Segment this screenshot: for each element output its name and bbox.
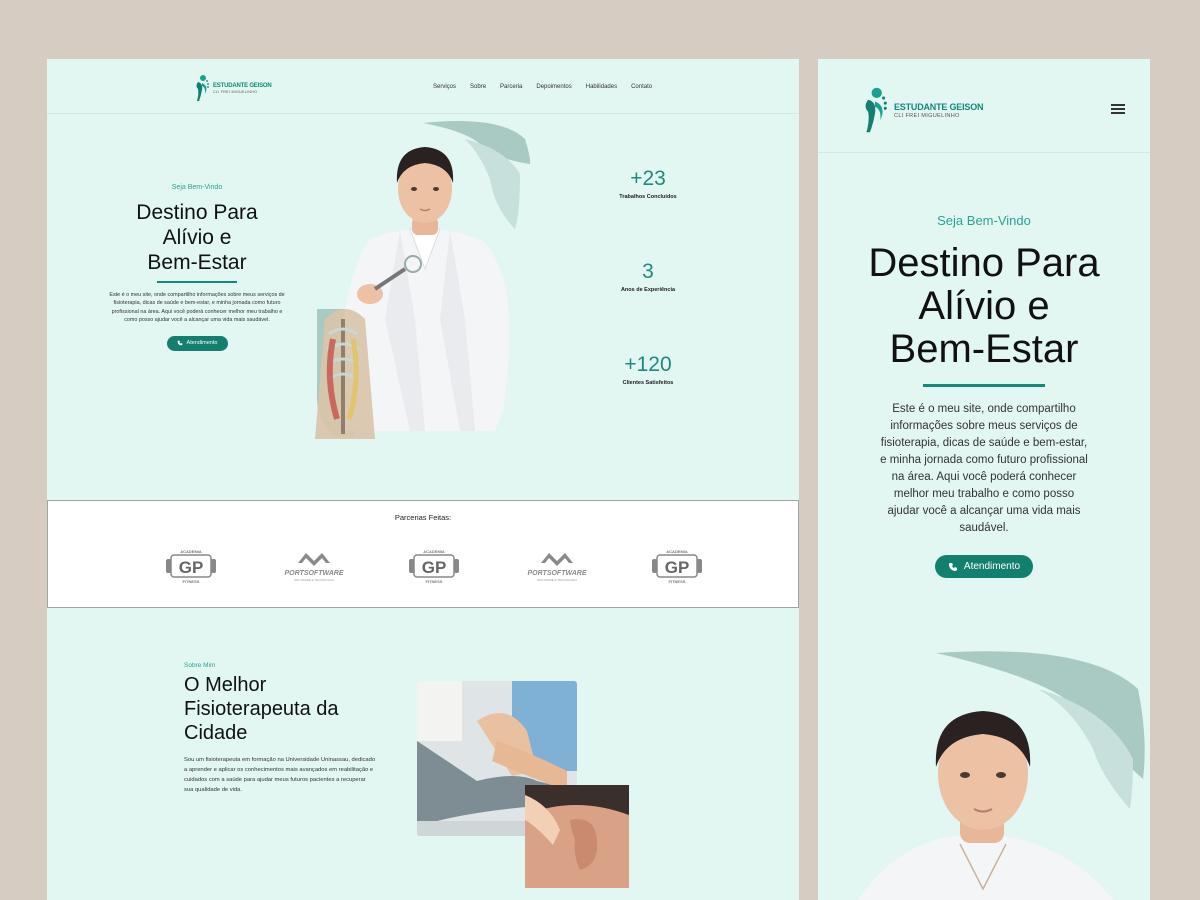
hero-title-line: Bem-Estar	[889, 327, 1079, 371]
partner-name: GP	[179, 558, 204, 577]
hero-title: Destino Para Alívio e Bem-Estar	[818, 242, 1150, 371]
partner-top: ACADEMIA	[423, 549, 445, 554]
partner-name: GP	[665, 558, 690, 577]
partners-strip: Parcerias Feitas: ACADEMIA GP FITNESS PO…	[47, 500, 799, 608]
hero-portrait-image	[315, 121, 531, 439]
hero-portrait-image	[858, 651, 1145, 900]
mobile-mockup: ESTUDANTE GEISON CLI FREI MIGUELINHO Sej…	[818, 59, 1150, 900]
stat-value: +120	[624, 353, 672, 376]
stat-label: Trabalhos Concluídos	[619, 194, 677, 200]
hero-intro: Seja Bem-Vindo Destino Para Alívio e Bem…	[102, 184, 292, 351]
nav-item-sobre[interactable]: Sobre	[470, 84, 486, 90]
brand-mark-icon	[196, 75, 209, 101]
partners-title: Parcerias Feitas:	[394, 513, 452, 522]
partner-logo-gp[interactable]: ACADEMIA GP FITNESS	[407, 545, 461, 585]
stat-item: 3 Anos de Experiência	[597, 260, 699, 353]
partner-caption: SOFTWARE E TECNOLOGIA	[294, 578, 334, 582]
nav-item-parceria[interactable]: Parceria	[500, 84, 522, 90]
stat-label: Anos de Experiência	[620, 287, 676, 293]
atendimento-label: Atendimento	[963, 561, 1021, 572]
brand-logo[interactable]: ESTUDANTE GEISON CLI FREI MIGUELINHO	[859, 86, 984, 134]
hero-description: Este é o meu site, onde compartilho info…	[109, 292, 285, 324]
atendimento-button[interactable]: Atendimento	[166, 335, 228, 351]
hamburger-menu-icon[interactable]	[1111, 104, 1125, 114]
mobile-hero: Seja Bem-Vindo Destino Para Alívio e Bem…	[818, 213, 1150, 578]
stat-item: +120 Clientes Satisfeitos	[597, 353, 699, 446]
nav-item-servicos[interactable]: Serviços	[433, 84, 456, 90]
brand-tagline: CLI FREI MIGUELINHO	[894, 112, 960, 119]
brand-logo[interactable]: ESTUDANTE GEISON CLI FREI MIGUELINHO	[194, 74, 272, 102]
brand-tagline: CLI FREI MIGUELINHO	[213, 89, 258, 94]
about-title: O Melhor Fisioterapeuta da Cidade	[184, 673, 384, 745]
stat-label: Clientes Satisfeitos	[622, 380, 674, 386]
about-description: Sou um fisioterapeuta em formação na Uni…	[184, 757, 376, 793]
about-title-line: Cidade	[184, 722, 248, 744]
stat-value: +23	[630, 167, 666, 190]
brand-name: ESTUDANTE GEISON	[213, 82, 272, 89]
nav-item-contato[interactable]: Contato	[631, 84, 652, 90]
stat-item: +23 Trabalhos Concluídos	[597, 167, 699, 260]
partner-logo-portsoftware[interactable]: PORTSOFTWARE SOFTWARE E TECNOLOGIA	[527, 545, 587, 585]
atendimento-label: Atendimento	[186, 340, 218, 347]
nav-item-habilidades[interactable]: Habilidades	[586, 84, 617, 90]
brand-name: ESTUDANTE GEISON	[894, 101, 984, 112]
hero-title-line: Alívio e	[918, 284, 1050, 328]
ear-treatment-image	[525, 785, 629, 888]
hero-welcome: Seja Bem-Vindo	[937, 213, 1031, 228]
hero-title: Destino Para Alívio e Bem-Estar	[102, 200, 292, 275]
partner-logo-gp[interactable]: ACADEMIA GP FITNESS	[650, 545, 704, 585]
phone-icon	[948, 562, 957, 571]
partner-caption: FITNESS	[669, 579, 686, 584]
hero-title-line: Bem-Estar	[147, 251, 247, 274]
about-title-line: O Melhor	[184, 674, 267, 696]
partner-logo-gp[interactable]: ACADEMIA GP FITNESS	[164, 545, 218, 585]
desktop-mockup: ESTUDANTE GEISON CLI FREI MIGUELINHO Ser…	[47, 59, 799, 900]
partner-caption: FITNESS	[183, 579, 200, 584]
stats-column: +23 Trabalhos Concluídos 3 Anos de Exper…	[597, 167, 699, 446]
phone-icon	[177, 340, 182, 346]
desktop-header: ESTUDANTE GEISON CLI FREI MIGUELINHO Ser…	[47, 59, 799, 114]
hero-title-line: Destino Para	[868, 241, 1100, 285]
about-section: Sobre Mim O Melhor Fisioterapeuta da Cid…	[184, 662, 384, 795]
hero-description: Este é o meu site, onde compartilho info…	[880, 403, 1088, 534]
partner-top: ACADEMIA	[180, 549, 202, 554]
partner-caption: FITNESS	[426, 579, 443, 584]
partner-top: ACADEMIA	[666, 549, 688, 554]
hero-title-line: Alívio e	[162, 226, 232, 249]
hero-title-line: Destino Para	[136, 201, 258, 224]
title-underline	[157, 281, 237, 283]
partner-name: PORTSOFTWARE	[528, 570, 587, 577]
atendimento-button[interactable]: Atendimento	[935, 555, 1033, 578]
main-menu: Serviços Sobre Parceria Depoimentos Habi…	[433, 84, 666, 90]
mobile-header: ESTUDANTE GEISON CLI FREI MIGUELINHO	[818, 59, 1150, 153]
partner-caption: SOFTWARE E TECNOLOGIA	[537, 578, 577, 582]
title-underline	[923, 384, 1045, 387]
nav-item-depoimentos[interactable]: Depoimentos	[536, 84, 571, 90]
brand-mark-icon	[865, 87, 887, 133]
partner-name: GP	[422, 558, 447, 577]
hero-welcome: Seja Bem-Vindo	[171, 184, 223, 191]
partner-logo-portsoftware[interactable]: PORTSOFTWARE SOFTWARE E TECNOLOGIA	[284, 545, 344, 585]
about-title-line: Fisioterapeuta da	[184, 698, 339, 720]
about-kicker: Sobre Mim	[184, 662, 216, 669]
stat-value: 3	[642, 260, 654, 283]
partner-name: PORTSOFTWARE	[285, 570, 344, 577]
